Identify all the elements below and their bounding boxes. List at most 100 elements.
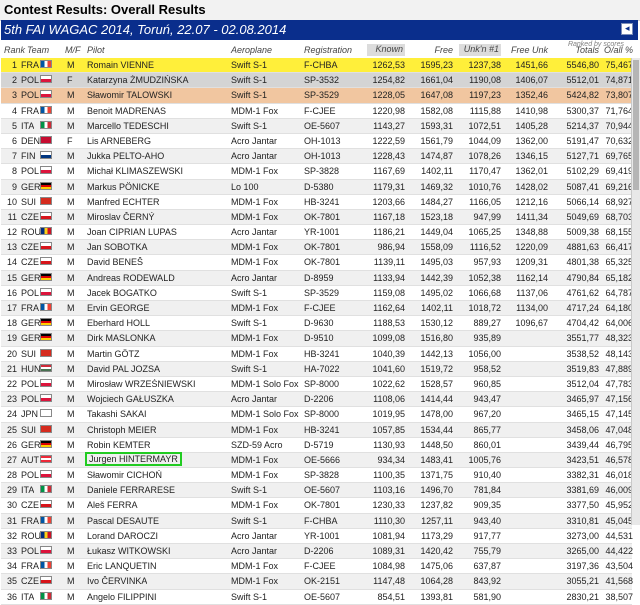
table-row[interactable]: 13 CZE M Jan SOBOTKA MDM-1 Fox OK-7801 986,94 1… bbox=[1, 240, 633, 256]
table-row[interactable]: 3 POL M Sławomir TALOWSKI Swift S-1 SP-3529 12… bbox=[1, 88, 633, 104]
table-row[interactable]: 16 POL M Jacek BOGATKO Swift S-1 SP-3529 1159,… bbox=[1, 285, 633, 301]
table-row[interactable]: 24 JPN M Takashi SAKAI MDM-1 Solo Fox SP-8000… bbox=[1, 407, 633, 423]
country-flag-icon bbox=[40, 424, 52, 433]
cell-pilot[interactable]: Aleš FERRA bbox=[87, 500, 138, 510]
col-pilot[interactable]: Pilot bbox=[87, 45, 105, 55]
table-row[interactable]: 30 CZE M Aleš FERRA MDM-1 Fox OK-7801 1230,33 1… bbox=[1, 498, 633, 514]
table-row[interactable]: 25 SUI M Christoph MEIER MDM-1 Fox HB-3241 105… bbox=[1, 422, 633, 438]
table-row[interactable]: 7 FIN M Jukka PELTO-AHO Acro Jantar OH-1013 12… bbox=[1, 149, 633, 165]
cell-pilot[interactable]: Lis ARNEBERG bbox=[87, 136, 151, 146]
table-row[interactable]: 18 GER M Eberhard HOLL Swift S-1 D-9630 1188,5… bbox=[1, 316, 633, 332]
col-team[interactable]: Team bbox=[27, 45, 49, 55]
cell-pilot[interactable]: Joan CIPRIAN LUPAS bbox=[87, 227, 177, 237]
table-row[interactable]: 17 FRA M Ervin GEORGE MDM-1 Fox F-CJEE 1162,64… bbox=[1, 301, 633, 317]
cell-pilot[interactable]: Katarzyna ŻMUDZIŃSKA bbox=[87, 75, 189, 85]
table-row[interactable]: 1 FRA M Romain VIENNE Swift S-1 F-CHBA 1262,53… bbox=[1, 58, 633, 74]
cell-registration: SP-3828 bbox=[304, 166, 340, 177]
table-row[interactable]: 21 HUN M David PAL JOZSA Swift S-1 HA-7022 104… bbox=[1, 361, 633, 377]
cell-pilot[interactable]: Marcello TEDESCHI bbox=[87, 121, 169, 131]
cell-pilot[interactable]: Ervin GEORGE bbox=[87, 303, 150, 313]
table-row[interactable]: 10 SUI M Manfred ECHTER MDM-1 Fox HB-3241 1203… bbox=[1, 194, 633, 210]
cell-unk1: 943,47 bbox=[473, 394, 501, 405]
table-row[interactable]: 4 FRA M Benoit MADRENAS MDM-1 Fox F-CJEE 1220,… bbox=[1, 103, 633, 119]
cell-pilot[interactable]: Sławomir CICHOŃ bbox=[87, 470, 162, 480]
table-row[interactable]: 14 CZE M David BENEŠ MDM-1 Fox OK-7801 1139,11… bbox=[1, 255, 633, 271]
cell-pilot[interactable]: Sławomir TALOWSKI bbox=[87, 90, 172, 100]
table-row[interactable]: 19 GER M Dirk MASLONKA MDM-1 Fox D-9510 1099,0… bbox=[1, 331, 633, 347]
cell-free-unk: 1137,06 bbox=[516, 287, 548, 298]
cell-pilot[interactable]: Mirosław WRZEŚNIEWSKI bbox=[87, 379, 196, 389]
col-registration[interactable]: Registration bbox=[304, 45, 352, 55]
cell-pilot[interactable]: Miroslav ČERNÝ bbox=[87, 212, 155, 222]
cell-pilot[interactable]: David PAL JOZSA bbox=[87, 364, 160, 374]
cell-pilot[interactable]: Romain VIENNE bbox=[87, 60, 154, 70]
cell-pilot[interactable]: Eberhard HOLL bbox=[87, 318, 150, 328]
col-free-unk[interactable]: Free Unk bbox=[506, 45, 548, 55]
table-row[interactable]: 28 POL M Sławomir CICHOŃ MDM-1 Fox SP-3828 110… bbox=[1, 468, 633, 484]
table-row[interactable]: 2 POL F Katarzyna ŻMUDZIŃSKA Swift S-1 SP-353… bbox=[1, 73, 633, 89]
cell-pilot[interactable]: Lorand DAROCZI bbox=[87, 531, 158, 541]
cell-pilot[interactable]: Angelo FILIPPINI bbox=[87, 592, 157, 602]
cell-free-unk: 1220,09 bbox=[515, 242, 548, 253]
table-row[interactable]: 9 GER M Markus PÖNICKE Lo 100 D-5380 1179,31 14… bbox=[1, 179, 633, 195]
table-row[interactable]: 6 DEN F Lis ARNEBERG Acro Jantar OH-1013 1222,… bbox=[1, 133, 633, 150]
cell-pilot[interactable]: Eric LANQUETIN bbox=[87, 561, 157, 571]
table-row[interactable]: 27 AUT M Jurgen HINTERMAYR MDM-1 Fox OE-5666 9… bbox=[1, 451, 633, 469]
table-row[interactable]: 15 GER M Andreas RODEWALD Acro Jantar D-8959 1… bbox=[1, 270, 633, 286]
cell-overall-pct: 45,952 bbox=[605, 500, 633, 511]
cell-pilot[interactable]: Andreas RODEWALD bbox=[87, 273, 175, 283]
cell-pilot[interactable]: Jan SOBOTKA bbox=[87, 242, 148, 252]
cell-pilot[interactable]: Michał KLIMASZEWSKI bbox=[87, 166, 183, 176]
table-row[interactable]: 20 SUI M Martin GÖTZ MDM-1 Fox HB-3241 1040,39… bbox=[1, 346, 633, 362]
cell-pilot[interactable]: Ivo ČERVINKA bbox=[87, 576, 147, 586]
cell-pilot[interactable]: Takashi SAKAI bbox=[87, 409, 147, 419]
cell-pilot[interactable]: Wojciech GAŁUSZKA bbox=[87, 394, 174, 404]
cell-aeroplane: Swift S-1 bbox=[231, 90, 268, 101]
col-rank[interactable]: Rank bbox=[4, 45, 25, 55]
table-row[interactable]: 33 POL M Łukasz WITKOWSKI Acro Jantar D-2206 1… bbox=[1, 544, 633, 560]
cell-pilot[interactable]: Dirk MASLONKA bbox=[87, 333, 156, 343]
table-row[interactable]: 29 ITA M Daniele FERRARESE Swift S-1 OE-5607 1… bbox=[1, 483, 633, 499]
cell-pilot[interactable]: Benoit MADRENAS bbox=[87, 106, 166, 116]
cell-pilot[interactable]: Manfred ECHTER bbox=[87, 197, 160, 207]
table-row[interactable]: 22 POL M Mirosław WRZEŚNIEWSKI MDM-1 Solo Fo… bbox=[1, 376, 633, 393]
table-row[interactable]: 35 CZE M Ivo ČERVINKA MDM-1 Fox OK-2151 1147,4… bbox=[1, 574, 633, 590]
cell-rank: 34 bbox=[6, 561, 17, 572]
col-mf[interactable]: M/F bbox=[65, 45, 81, 55]
cell-overall-pct: 47,889 bbox=[605, 363, 633, 374]
col-aeroplane[interactable]: Aeroplane bbox=[231, 45, 272, 55]
cell-pilot[interactable]: Pascal DESAUTE bbox=[87, 516, 159, 526]
cell-unk1: 865,77 bbox=[473, 424, 501, 435]
col-totals[interactable]: Totals bbox=[557, 45, 599, 55]
cell-pilot[interactable]: David BENEŠ bbox=[87, 257, 143, 267]
cell-pilot[interactable]: Markus PÖNICKE bbox=[87, 182, 160, 192]
cell-pilot[interactable]: Christoph MEIER bbox=[87, 425, 157, 435]
table-row[interactable]: 36 ITA M Angelo FILIPPINI Swift S-1 OE-5607 85… bbox=[1, 589, 633, 605]
cell-pilot[interactable]: Martin GÖTZ bbox=[87, 349, 140, 359]
table-row[interactable]: 34 FRA M Eric LANQUETIN MDM-1 Fox F-CJEE 1084,… bbox=[1, 559, 633, 575]
cell-pilot[interactable]: Daniele FERRARESE bbox=[87, 485, 175, 495]
col-free[interactable]: Free bbox=[413, 45, 453, 55]
country-flag-icon bbox=[40, 500, 52, 509]
col-known[interactable]: Known bbox=[367, 44, 405, 56]
cell-pilot[interactable]: Jurgen HINTERMAYR bbox=[85, 451, 182, 466]
table-row[interactable]: 32 ROU M Lorand DAROCZI Acro Jantar YR-1001 10… bbox=[1, 528, 633, 544]
cell-pilot[interactable]: Robin KEMTER bbox=[87, 440, 151, 450]
table-row[interactable]: 31 FRA M Pascal DESAUTE Swift S-1 F-CHBA 1110,… bbox=[1, 513, 633, 529]
cell-total: 3055,21 bbox=[566, 576, 599, 587]
cell-pilot[interactable]: Jukka PELTO-AHO bbox=[87, 151, 164, 161]
scrollbar-thumb[interactable] bbox=[633, 60, 639, 190]
table-row[interactable]: 11 CZE M Miroslav ČERNÝ MDM-1 Fox OK-7801 1167… bbox=[1, 209, 633, 226]
col-unk1[interactable]: Unk'n #1 bbox=[459, 44, 501, 56]
cell-pilot[interactable]: Łukasz WITKOWSKI bbox=[87, 546, 171, 556]
cell-pilot[interactable]: Jacek BOGATKO bbox=[87, 288, 157, 298]
table-row[interactable]: 5 ITA M Marcello TEDESCHI Swift S-1 OE-5607 11… bbox=[1, 118, 633, 134]
vertical-scrollbar[interactable] bbox=[631, 58, 640, 525]
cell-aeroplane: Swift S-1 bbox=[231, 591, 268, 602]
table-row[interactable]: 12 ROU M Joan CIPRIAN LUPAS Acro Jantar YR-10… bbox=[1, 225, 633, 241]
table-row[interactable]: 23 POL M Wojciech GAŁUSZKA Acro Jantar D-2206… bbox=[1, 392, 633, 408]
info-icon[interactable]: ◂ bbox=[621, 23, 633, 35]
table-row[interactable]: 26 GER M Robin KEMTER SZD-59 Acro D-5719 1130,… bbox=[1, 437, 633, 453]
col-overall-pct[interactable]: O/all % bbox=[600, 45, 633, 55]
table-row[interactable]: 8 POL M Michał KLIMASZEWSKI MDM-1 Fox SP-3828… bbox=[1, 164, 633, 180]
